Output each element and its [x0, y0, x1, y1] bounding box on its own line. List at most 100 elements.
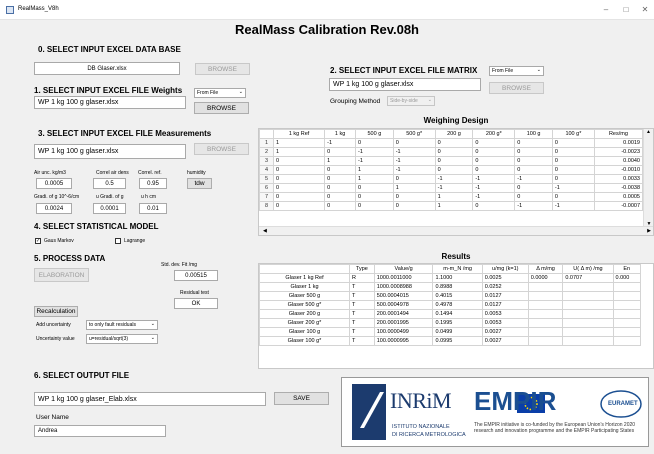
design-cell[interactable]: 0 [355, 138, 394, 148]
design-cell[interactable]: -0.0038 [593, 183, 644, 193]
lagrange-checkbox[interactable] [115, 238, 121, 244]
matrix-source-select[interactable]: From File ⌄ [489, 66, 544, 76]
design-cell[interactable]: 0 [272, 201, 326, 211]
design-cell[interactable]: 0 [392, 174, 436, 184]
design-cell[interactable]: -1 [472, 183, 516, 193]
minimize-button[interactable]: – [598, 4, 614, 16]
design-cell[interactable]: -0.0023 [593, 147, 644, 157]
design-table-row[interactable]: 4 0 0 1 -1 0 0 0 0 -0.0010 [259, 165, 644, 175]
design-cell[interactable]: 0 [551, 165, 595, 175]
correl-air-field[interactable]: 0.5 [93, 178, 126, 189]
weights-file-field[interactable]: WP 1 kg 100 g glaser.xlsx [34, 96, 186, 109]
matrix-browse-button[interactable]: BROWSE [489, 82, 544, 94]
measurements-browse-button[interactable]: BROWSE [194, 143, 249, 155]
design-cell[interactable]: 0 [392, 201, 436, 211]
recalculation-button[interactable]: Recalculation [34, 306, 78, 317]
design-cell[interactable]: 0 [472, 147, 516, 157]
design-cell[interactable]: 0 [434, 147, 474, 157]
results-table-row[interactable]: Glaser 500 g* T 500.0004978 0.4978 0.0127 [259, 300, 642, 310]
close-button[interactable]: ✕ [637, 4, 653, 16]
design-cell[interactable]: 1 [355, 174, 394, 184]
results-table-row[interactable]: Glaser 200 g T 200.0001494 0.1494 0.0053 [259, 309, 642, 319]
design-cell[interactable]: 0 [355, 183, 394, 193]
weighing-design-table[interactable]: 1 kg Ref 1 kg 500 g 500 g* 200 g 200 g* 100 g1… [258, 128, 654, 236]
design-cell[interactable]: 1 [355, 165, 394, 175]
design-cell[interactable]: 0 [324, 183, 357, 193]
weights-source-select[interactable]: From File ⌄ [194, 88, 246, 98]
correl-ref-field[interactable]: 0.95 [139, 178, 167, 189]
design-table-row[interactable]: 5 0 0 1 0 -1 -1 -1 0 0.0033 [259, 174, 644, 184]
output-file-field[interactable]: WP 1 kg 100 g glaser_Elab.xlsx [34, 392, 266, 406]
design-cell[interactable]: -1 [551, 201, 595, 211]
results-table-row[interactable]: Glaser 100 g* T 100.0000995 0.0995 0.0027 [259, 336, 642, 346]
design-cell[interactable]: 0 [324, 201, 357, 211]
design-cell[interactable]: 0 [551, 156, 595, 166]
design-table-row[interactable]: 8 0 0 0 0 1 0 -1 -1 -0.0007 [259, 201, 644, 211]
design-cell[interactable]: 1 [434, 192, 474, 202]
design-cell[interactable]: -1 [355, 156, 394, 166]
air-unc-field[interactable]: 0.0005 [36, 178, 72, 189]
results-table-row[interactable]: Glaser 500 g T 500.0004015 0.4015 0.0127 [259, 291, 642, 301]
design-cell[interactable]: 0 [514, 156, 553, 166]
design-cell[interactable]: 0 [514, 165, 553, 175]
design-cell[interactable]: -1 [392, 165, 436, 175]
design-cell[interactable]: 0 [551, 192, 595, 202]
design-cell[interactable]: 1 [272, 147, 326, 157]
uncertainty-value-select[interactable]: u=residual/sqrt(3) ⌄ [86, 334, 158, 344]
design-cell[interactable]: 0 [392, 138, 436, 148]
design-cell[interactable]: 0 [272, 174, 326, 184]
design-cell[interactable]: 0.0040 [593, 156, 644, 166]
design-cell[interactable]: 0 [514, 192, 553, 202]
grouping-method-select[interactable]: Side-by-side ⌄ [387, 96, 435, 106]
design-cell[interactable]: 0 [472, 156, 516, 166]
design-cell[interactable]: -1 [551, 183, 595, 193]
scroll-left-icon[interactable]: ◀ [263, 228, 267, 234]
design-cell[interactable]: 0 [272, 192, 326, 202]
design-cell[interactable]: -1 [472, 174, 516, 184]
add-uncertainty-select[interactable]: to only fault residuals ⌄ [86, 320, 158, 330]
database-browse-button[interactable]: BROWSE [195, 63, 250, 75]
design-cell[interactable]: 0 [472, 138, 516, 148]
scroll-right-icon[interactable]: ▶ [647, 228, 651, 234]
grad-g-field[interactable]: 0.0024 [36, 203, 72, 214]
user-name-field[interactable]: Andrea [34, 425, 166, 437]
design-cell[interactable]: 0 [272, 183, 326, 193]
design-cell[interactable]: -1 [392, 147, 436, 157]
design-cell[interactable]: 0 [551, 147, 595, 157]
design-cell[interactable]: -0.0007 [593, 201, 644, 211]
design-vertical-scrollbar[interactable]: ▲ ▼ [643, 129, 653, 227]
scroll-up-icon[interactable]: ▲ [644, 129, 653, 135]
design-cell[interactable]: 1 [392, 183, 436, 193]
design-cell[interactable]: 0.0033 [593, 174, 644, 184]
results-table-row[interactable]: Glaser 1 kg T 1000.0008988 0.8988 0.0252 [259, 282, 642, 292]
design-cell[interactable]: 1 [272, 138, 326, 148]
design-table-row[interactable]: 1 1 -1 0 0 0 0 0 0 0.0019 [259, 138, 644, 148]
design-cell[interactable]: 0.0005 [593, 192, 644, 202]
design-table-row[interactable]: 3 0 1 -1 -1 0 0 0 0 0.0040 [259, 156, 644, 166]
design-cell[interactable]: 1 [324, 156, 357, 166]
results-table-row[interactable]: Glaser 100 g T 100.0000499 0.0499 0.0027 [259, 327, 642, 337]
results-table-row[interactable]: Glaser 1 kg Ref R 1000.0011000 1.1000 0.0025… [259, 273, 642, 283]
design-cell[interactable]: 0 [392, 192, 436, 202]
design-cell[interactable]: 0 [514, 183, 553, 193]
design-cell[interactable]: 0 [434, 165, 474, 175]
design-cell[interactable]: 0 [355, 192, 394, 202]
design-cell[interactable]: -1 [472, 192, 516, 202]
design-cell[interactable]: 1 [434, 201, 474, 211]
u-grad-g-field[interactable]: 0.0001 [93, 203, 126, 214]
design-cell[interactable]: 0 [324, 165, 357, 175]
design-cell[interactable]: 0 [355, 201, 394, 211]
gauss-markov-checkbox[interactable]: ✓ [35, 238, 41, 244]
design-cell[interactable]: -1 [514, 201, 553, 211]
design-table-row[interactable]: 2 1 0 -1 -1 0 0 0 0 -0.0023 [259, 147, 644, 157]
design-cell[interactable]: 0.0019 [593, 138, 644, 148]
design-cell[interactable]: -0.0010 [593, 165, 644, 175]
weights-browse-button[interactable]: BROWSE [194, 102, 249, 114]
maximize-button[interactable]: □ [618, 4, 634, 16]
design-cell[interactable]: -1 [324, 138, 357, 148]
design-cell[interactable]: 0 [551, 174, 595, 184]
design-cell[interactable]: -1 [434, 174, 474, 184]
measurements-file-field[interactable]: WP 1 kg 100 g glaser.xlsx [34, 144, 186, 159]
design-cell[interactable]: 0 [514, 138, 553, 148]
design-cell[interactable]: -1 [355, 147, 394, 157]
